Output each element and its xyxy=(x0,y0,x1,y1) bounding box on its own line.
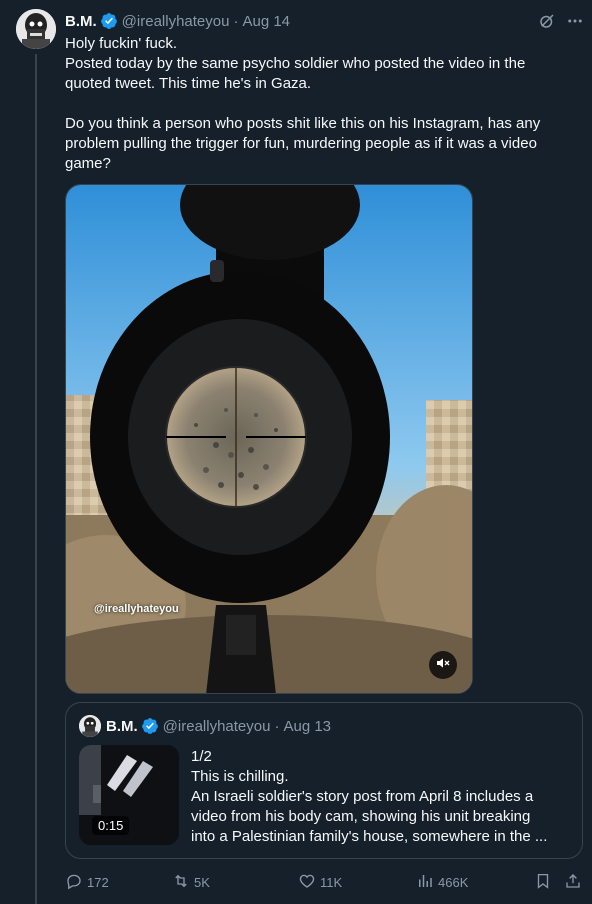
quoted-tweet-date: Aug 13 xyxy=(283,717,332,735)
quoted-video-thumbnail[interactable]: 0:15 xyxy=(79,745,179,845)
author-name[interactable]: B.M. xyxy=(65,13,97,30)
thread-line xyxy=(35,54,37,904)
author-handle[interactable]: @ireallyhateyou xyxy=(122,13,230,30)
views-button[interactable]: 466K xyxy=(416,872,468,893)
tweet-text-line: Posted today by the same psycho soldier … xyxy=(65,55,526,92)
verified-badge-icon xyxy=(141,717,159,735)
video-frame-image xyxy=(66,185,472,693)
more-options-icon[interactable] xyxy=(566,12,584,30)
tweet-video[interactable]: @ireallyhateyou xyxy=(65,184,473,694)
quoted-text-line: video from his body cam, showing his uni… xyxy=(191,808,531,825)
reply-button[interactable]: 172 xyxy=(65,872,109,893)
tweet[interactable]: B.M. @ireallyhateyou · Aug 14 Holy fucki… xyxy=(0,0,592,904)
tweet-text: Holy fuckin' fuck. Posted today by the s… xyxy=(65,34,565,174)
reply-count: 172 xyxy=(87,874,109,890)
quoted-author-avatar xyxy=(79,715,101,737)
tweet-actions: 172 5K 11K 466K xyxy=(65,870,585,894)
quoted-author-name: B.M. xyxy=(106,717,138,735)
quoted-text-line: 1/2 xyxy=(191,748,212,765)
quoted-author-handle: @ireallyhateyou xyxy=(162,717,271,735)
views-count: 466K xyxy=(438,874,469,890)
video-watermark: @ireallyhateyou xyxy=(94,603,179,615)
views-chart-icon xyxy=(416,872,434,893)
separator-dot: · xyxy=(274,717,280,735)
video-duration: 0:15 xyxy=(92,816,130,835)
tweet-date[interactable]: Aug 14 xyxy=(242,13,290,30)
like-count: 11K xyxy=(320,874,343,890)
tweet-text-line: Holy fuckin' fuck. xyxy=(65,35,178,52)
verified-badge-icon xyxy=(100,12,118,30)
author-avatar[interactable] xyxy=(16,9,56,49)
reply-icon xyxy=(65,872,83,893)
separator-dot: · xyxy=(233,12,239,30)
heart-icon xyxy=(298,872,316,893)
quoted-text-line: An Israeli soldier's story post from Apr… xyxy=(191,788,534,805)
tweet-header-actions xyxy=(538,12,584,30)
mute-button[interactable] xyxy=(429,651,457,679)
repost-count: 5K xyxy=(194,874,210,890)
repost-icon xyxy=(172,872,190,893)
quoted-tweet-text: 1/2 This is chilling. An Israeli soldier… xyxy=(191,747,571,847)
repost-button[interactable]: 5K xyxy=(172,872,210,893)
bookmark-button[interactable] xyxy=(534,872,552,893)
tweet-header: B.M. @ireallyhateyou · Aug 14 xyxy=(65,10,580,32)
quoted-text-line: into a Palestinian family's house, somew… xyxy=(191,828,548,845)
bookmark-icon xyxy=(534,872,552,893)
tweet-text-line: Do you think a person who posts shit lik… xyxy=(65,115,541,172)
quoted-tweet[interactable]: B.M. @ireallyhateyou · Aug 13 0:15 1/2 T… xyxy=(65,702,583,859)
grok-icon[interactable] xyxy=(538,12,556,30)
muted-speaker-icon xyxy=(435,655,451,676)
share-button[interactable] xyxy=(564,872,582,893)
quoted-tweet-header: B.M. @ireallyhateyou · Aug 13 xyxy=(79,715,331,737)
like-button[interactable]: 11K xyxy=(298,872,342,893)
quoted-text-line: This is chilling. xyxy=(191,768,289,785)
share-icon xyxy=(564,872,582,893)
